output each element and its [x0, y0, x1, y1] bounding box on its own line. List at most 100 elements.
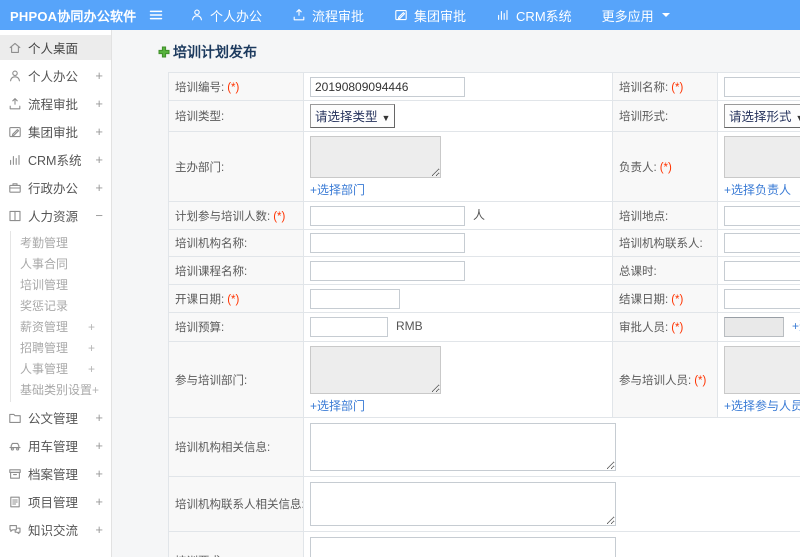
field-label-text: 培训地点: [619, 210, 669, 223]
participate-department-label: 参与培训部门: [168, 341, 304, 418]
field-cell [303, 476, 800, 532]
sidebar-subitem-training[interactable]: 培训管理 [11, 274, 111, 295]
training-location-input[interactable] [724, 205, 800, 226]
sidebar-item-archives[interactable]: 档案管理 + [0, 461, 111, 486]
leader-box[interactable] [724, 136, 800, 178]
expand-toggle-icon[interactable]: + [88, 341, 95, 355]
start-date-label: 开课日期: (*) [168, 284, 304, 313]
sidebar: 个人桌面 个人办公 + 流程审批 + 集团审批 + CRM系统 + 行政办公 + 人力资源 − 考勤管理人… [0, 30, 112, 557]
sidebar-subitem-reward-record[interactable]: 奖惩记录 [11, 295, 111, 316]
training-type-select[interactable]: 请选择类型 ▼ [310, 104, 396, 128]
expand-toggle-icon[interactable]: − [95, 208, 103, 223]
required-mark: (*) [227, 293, 240, 306]
sidebar-item-official-doc[interactable]: 公文管理 + [0, 405, 111, 430]
sidebar-subitem-attendance[interactable]: 考勤管理 [11, 232, 111, 253]
start-date-input[interactable] [310, 288, 400, 309]
training-requirements-textarea[interactable] [310, 537, 616, 557]
expand-toggle-icon[interactable]: + [95, 494, 103, 509]
training-form-select[interactable]: 请选择形式 ▼ [724, 104, 800, 128]
budget-input[interactable] [310, 317, 388, 337]
form-row: 培训要求: [168, 531, 800, 557]
form-row: 培训预算: RMB 审批人员:(*) +选择审批人员 [168, 312, 800, 342]
expand-toggle-icon[interactable]: + [95, 180, 103, 195]
sidebar-item-personal-desktop[interactable]: 个人桌面 [0, 35, 111, 60]
org-contact-label: 培训机构联系人: [612, 229, 718, 257]
archive-icon [8, 467, 22, 481]
sidebar-item-label: 用车管理 [28, 440, 79, 454]
expand-toggle-icon[interactable]: + [95, 96, 103, 111]
expand-toggle-icon[interactable]: + [95, 152, 103, 167]
sidebar-item-knowledge[interactable]: 知识交流 + [0, 517, 111, 542]
topnav-item-workflow-approval[interactable]: 流程审批 [292, 6, 364, 25]
field-cell [303, 256, 613, 285]
expand-toggle-icon[interactable]: + [95, 410, 103, 425]
edit-icon [8, 125, 22, 139]
select-approver-link[interactable]: +选择审批人员 [792, 319, 800, 333]
sidebar-subitem-personnel[interactable]: 人事管理 + [11, 358, 111, 379]
select-participate-department-link[interactable]: +选择部门 [310, 397, 365, 414]
expand-toggle-icon[interactable]: + [92, 383, 99, 397]
field-label-text: 培训机构联系人相关信息: [175, 499, 304, 511]
sidebar-item-group-approval[interactable]: 集团审批 + [0, 119, 111, 144]
hamburger-menu-icon[interactable] [148, 7, 164, 23]
topnav-item-personal-office[interactable]: 个人办公 [190, 6, 262, 25]
expand-toggle-icon[interactable]: + [95, 438, 103, 453]
topnav-item-crm-system[interactable]: CRM系统 [496, 6, 572, 25]
participate-department-box[interactable] [310, 346, 441, 394]
planned-participants-input[interactable] [310, 205, 465, 226]
select-value: 请选择类型 [315, 110, 378, 124]
expand-toggle-icon[interactable]: + [95, 522, 103, 537]
sidebar-item-project[interactable]: 项目管理 + [0, 489, 111, 514]
select-leader-link[interactable]: +选择负责人 [724, 181, 791, 198]
flow-icon [292, 8, 306, 22]
sidebar-item-label: 流程审批 [28, 98, 79, 112]
person-icon [8, 69, 22, 83]
org-name-input[interactable] [310, 233, 465, 253]
sidebar-item-workflow-approval[interactable]: 流程审批 + [0, 91, 111, 116]
field-label-text: 培训编号: [175, 81, 225, 94]
training-type-label: 培训类型: [168, 100, 304, 132]
org-contact-input[interactable] [724, 233, 800, 253]
sidebar-subitem-base-category[interactable]: 基础类别设置 + [11, 379, 111, 400]
expand-toggle-icon[interactable]: + [88, 320, 95, 334]
expand-toggle-icon[interactable]: + [95, 68, 103, 83]
training-code-input[interactable] [310, 76, 465, 97]
topnav-item-more-apps[interactable]: 更多应用 [602, 6, 670, 25]
form-row: 计划参与培训人数: (*) 人 培训地点: [168, 201, 800, 230]
expand-toggle-icon[interactable]: + [95, 466, 103, 481]
chart-icon [496, 8, 510, 22]
field-label-text: 负责人: [619, 161, 657, 174]
field-cell [717, 256, 800, 285]
required-mark: (*) [227, 81, 240, 94]
sidebar-item-crm-system[interactable]: CRM系统 + [0, 147, 111, 172]
sidebar-item-label: 个人桌面 [28, 42, 79, 56]
sidebar-subitem-recruitment[interactable]: 招聘管理 + [11, 337, 111, 358]
sidebar-item-vehicle[interactable]: 用车管理 + [0, 433, 111, 458]
sidebar-subitem-salary[interactable]: 薪资管理 + [11, 316, 111, 337]
org-contact-info-textarea[interactable] [310, 482, 616, 526]
unit-person-suffix: 人 [473, 207, 486, 222]
field-label-text: 开课日期: [175, 293, 225, 306]
field-cell [303, 284, 613, 313]
org-info-textarea[interactable] [310, 423, 616, 471]
select-department-link[interactable]: +选择部门 [310, 181, 365, 198]
course-name-input[interactable] [310, 260, 465, 281]
sidebar-item-label: 知识交流 [28, 524, 79, 538]
edit-icon [394, 8, 408, 22]
topnav-item-group-approval[interactable]: 集团审批 [394, 6, 466, 25]
training-name-input[interactable] [724, 76, 800, 97]
end-date-input[interactable] [724, 288, 800, 309]
expand-toggle-icon[interactable]: + [88, 362, 95, 376]
sidebar-item-admin-office[interactable]: 行政办公 + [0, 175, 111, 200]
participants-box[interactable] [724, 346, 800, 394]
sidebar-subitem-hr-contract[interactable]: 人事合同 [11, 253, 111, 274]
expand-toggle-icon[interactable]: + [95, 124, 103, 139]
select-participants-link[interactable]: +选择参与人员 [724, 397, 800, 414]
sidebar-item-human-resources[interactable]: 人力资源 − [0, 203, 111, 228]
person-icon [190, 8, 204, 22]
sidebar-item-personal-office[interactable]: 个人办公 + [0, 63, 111, 88]
host-department-box[interactable] [310, 136, 441, 178]
field-label-text: 培训预算: [175, 322, 225, 334]
total-hours-input[interactable] [724, 260, 800, 281]
form-row: 参与培训部门: +选择部门 参与培训人员: (*) +选择参与人员 [168, 341, 800, 418]
